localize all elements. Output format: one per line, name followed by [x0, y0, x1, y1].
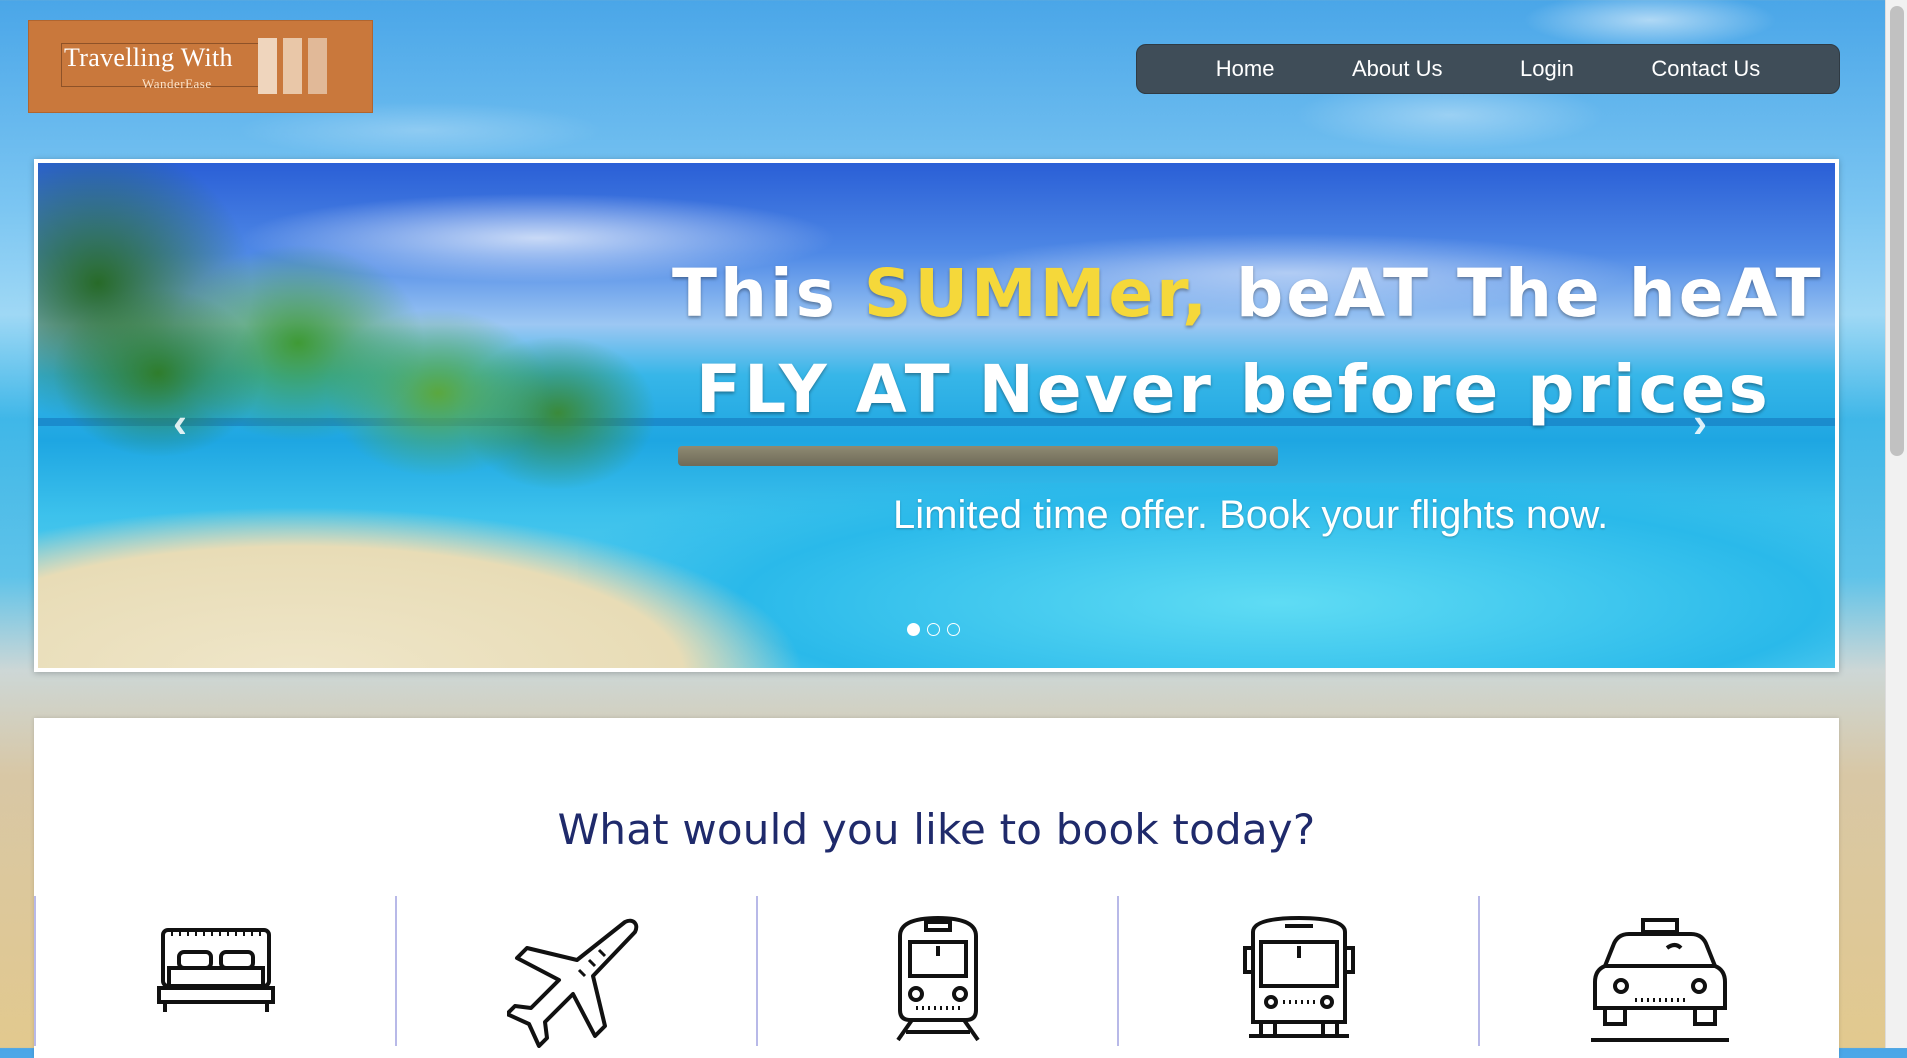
nav-about-us[interactable]: About Us [1352, 56, 1443, 82]
page-scrollbar[interactable] [1885, 0, 1907, 1048]
slide-jetty [678, 446, 1278, 466]
taxi-icon [1590, 918, 1729, 1042]
booking-options [34, 896, 1839, 1056]
carousel-next-icon[interactable]: › [1680, 402, 1720, 444]
book-taxi-option[interactable] [1480, 896, 1839, 1046]
bed-icon [156, 928, 275, 1012]
headline-highlight: SUMMer, [863, 255, 1211, 332]
slide-palm-trees [38, 163, 668, 503]
book-bus-option[interactable] [1119, 896, 1480, 1046]
book-flight-option[interactable] [397, 896, 758, 1048]
book-train-option[interactable] [758, 896, 1119, 1046]
carousel-dot-3[interactable] [947, 623, 960, 636]
logo-bar [258, 38, 277, 94]
logo-subtitle: WanderEase [142, 76, 212, 91]
slide-offer-text: Limited time offer. Book your flights no… [893, 493, 1609, 537]
nav-contact-us[interactable]: Contact Us [1651, 56, 1760, 82]
site-logo[interactable]: Travelling With WanderEase [28, 20, 373, 113]
logo-title: Travelling With [64, 43, 233, 72]
headline-text: This [672, 255, 864, 332]
book-hotel-option[interactable] [34, 896, 397, 1046]
booking-title: What would you like to book today? [557, 804, 1316, 854]
nav-login[interactable]: Login [1520, 56, 1574, 82]
airplane-icon [506, 918, 638, 1048]
carousel-prev-icon[interactable]: ‹ [160, 402, 200, 444]
booking-panel: What would you like to book today? [34, 718, 1839, 1058]
headline-line-1: This SUMMer, beAT The heAT [672, 255, 1824, 332]
headline-line-2: FLY AT Never before prices [696, 351, 1771, 428]
main-nav: Home About Us Login Contact Us [1136, 44, 1840, 94]
nav-home[interactable]: Home [1216, 56, 1275, 82]
hero-carousel: This SUMMer, beAT The heAT FLY AT Never … [34, 159, 1839, 672]
train-icon [895, 915, 980, 1042]
logo-bar [308, 38, 327, 94]
carousel-slide: This SUMMer, beAT The heAT FLY AT Never … [38, 163, 1835, 668]
carousel-indicators [907, 623, 960, 636]
headline-text: beAT The heAT [1210, 255, 1824, 332]
carousel-dot-2[interactable] [927, 623, 940, 636]
scrollbar-thumb[interactable] [1890, 6, 1904, 456]
bus-icon [1242, 915, 1355, 1038]
carousel-dot-1[interactable] [907, 623, 920, 636]
logo-bar [283, 38, 302, 94]
